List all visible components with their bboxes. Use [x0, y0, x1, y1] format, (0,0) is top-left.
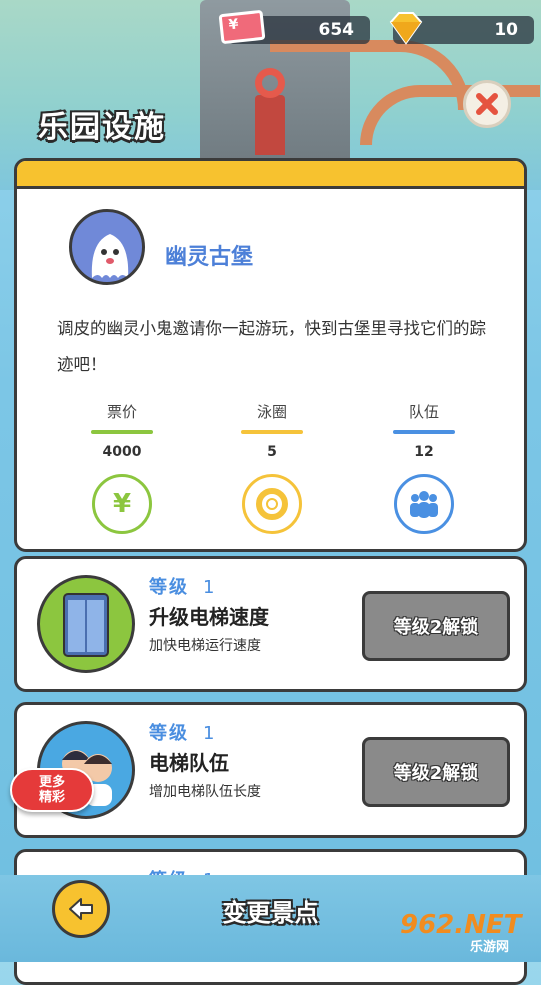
upgrade-description: 增加电梯队伍长度 — [149, 784, 261, 800]
card-header-band — [17, 161, 524, 189]
level-indicator: 等级1 — [149, 577, 217, 598]
stat-value: 4000 — [102, 444, 142, 460]
stat-bar — [91, 430, 153, 434]
level-indicator: 等级1 — [149, 723, 217, 744]
gem-amount: 10 — [494, 20, 518, 40]
ghost-icon — [91, 234, 129, 278]
close-button[interactable] — [463, 80, 511, 128]
attraction-info-card: 幽灵古堡 调皮的幽灵小鬼邀请你一起游玩，快到古堡里寻找它们的踪迹吧！ 票价 40… — [14, 158, 527, 552]
more-content-badge[interactable]: 更多 精彩 — [10, 768, 94, 812]
cash-amount: 654 — [318, 20, 355, 40]
attraction-description: 调皮的幽灵小鬼邀请你一起游玩，快到古堡里寻找它们的踪迹吧！ — [57, 319, 486, 374]
lifebuoy-decoration — [255, 68, 285, 98]
stat-queue: 队伍 12 — [379, 401, 469, 534]
watermark: 962.NET 乐游网 — [400, 910, 522, 955]
upgrade-card-elevator-speed: 等级 1 升级电梯速度 加快电梯运行速度 等级2解锁 — [14, 556, 527, 692]
diamond-icon — [389, 12, 423, 45]
upgrade-name: 升级电梯速度 — [149, 605, 269, 629]
water-slide — [360, 85, 540, 145]
cash-counter: 654 — [218, 9, 370, 45]
banknote-icon — [218, 9, 266, 45]
group-icon — [394, 474, 454, 534]
gem-counter: 10 — [389, 12, 534, 45]
stat-lifebuoy: 泳圈 5 — [227, 401, 317, 534]
ghost-avatar — [69, 209, 145, 285]
attraction-name: 幽灵古堡 — [165, 245, 254, 270]
stat-value: 12 — [414, 444, 434, 460]
stat-bar — [241, 430, 303, 434]
stat-label: 票价 — [106, 403, 137, 421]
elevator-icon — [37, 575, 135, 673]
unlock-level2-button[interactable]: 等级2解锁 — [362, 591, 510, 661]
page-title: 乐园设施 — [38, 110, 166, 145]
stat-label: 泳圈 — [256, 403, 287, 421]
unlock-level2-button[interactable]: 等级2解锁 — [362, 737, 510, 807]
upgrade-description: 加快电梯运行速度 — [149, 638, 261, 654]
lifebuoy-icon — [242, 474, 302, 534]
stat-label: 队伍 — [408, 403, 439, 421]
upgrade-card-elevator-queue: 等级 1 电梯队伍 增加电梯队伍长度 等级2解锁 — [14, 702, 527, 838]
stat-bar — [393, 430, 455, 434]
close-icon — [476, 93, 498, 115]
stat-value: 5 — [267, 444, 277, 460]
yen-icon: ¥ — [92, 474, 152, 534]
stat-ticket-price: 票价 4000 ¥ — [77, 401, 167, 534]
upgrade-name: 电梯队伍 — [149, 751, 229, 775]
